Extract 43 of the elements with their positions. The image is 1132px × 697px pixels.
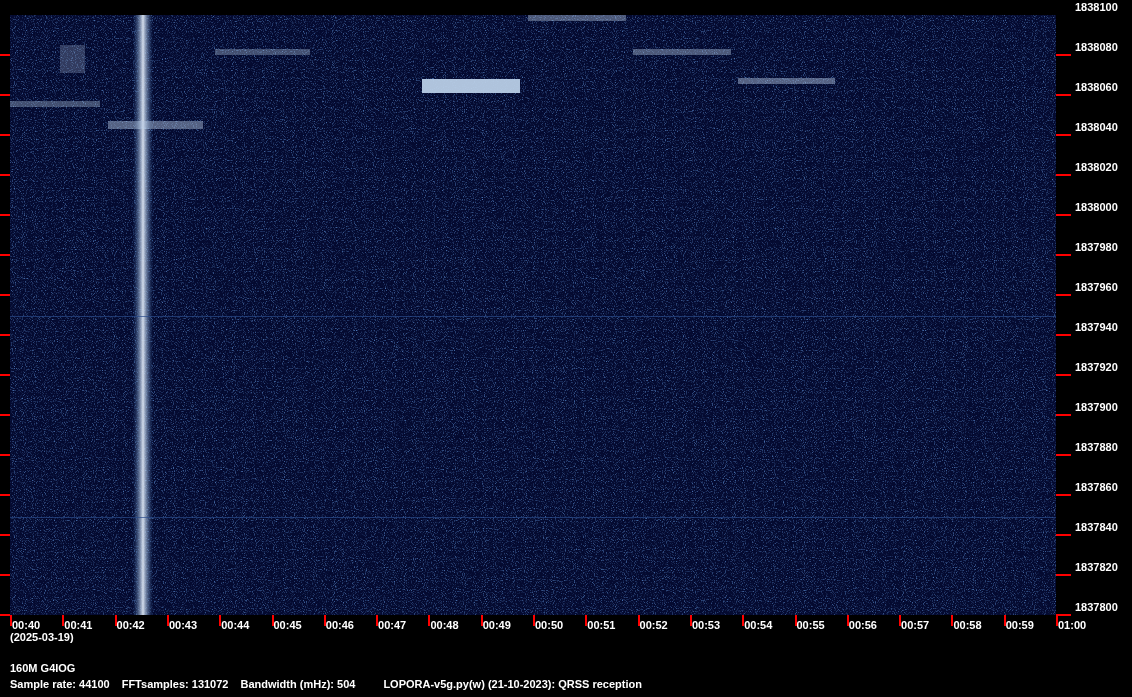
frequency-label: 1837840 (1075, 521, 1118, 534)
bandwidth-text: Bandwidth (mHz): 504 (240, 678, 356, 691)
frequency-label: 1837800 (1075, 601, 1118, 614)
time-label: 00:51 (587, 619, 616, 632)
frequency-label: 1837920 (1075, 361, 1118, 374)
frequency-label: 1838060 (1075, 81, 1118, 94)
time-label: 00:56 (848, 619, 877, 632)
frequency-label: 1838000 (1075, 201, 1118, 214)
time-label: 00:47 (378, 619, 407, 632)
frequency-label: 1837820 (1075, 561, 1118, 574)
time-label: 00:55 (796, 619, 825, 632)
time-label: 00:44 (221, 619, 250, 632)
frequency-label: 1838080 (1075, 41, 1118, 54)
sample-rate-text: Sample rate: 44100 (10, 678, 110, 691)
fft-samples-text: FFTsamples: 131072 (121, 678, 229, 691)
frequency-label: 1837900 (1075, 401, 1118, 414)
time-label: 00:52 (639, 619, 668, 632)
frequency-label: 1838100 (1075, 1, 1118, 14)
station-label: 160M G4IOG (10, 662, 77, 675)
program-title-text: LOPORA-v5g.py(w) (21-10-2023): QRSS reception (383, 678, 642, 691)
time-label: 00:50 (535, 619, 564, 632)
frequency-label: 1837960 (1075, 281, 1118, 294)
date-label: (2025-03-19) (10, 631, 74, 644)
time-label: 00:58 (953, 619, 982, 632)
time-label: 00:49 (482, 619, 511, 632)
frequency-label: 1837880 (1075, 441, 1118, 454)
time-label: 00:48 (430, 619, 459, 632)
time-label: 00:40 (12, 619, 41, 632)
time-label: 00:59 (1005, 619, 1034, 632)
time-label: 00:43 (168, 619, 198, 632)
time-label: 00:46 (325, 619, 354, 632)
time-label: 00:57 (901, 619, 930, 632)
frequency-label: 1838020 (1075, 161, 1118, 174)
time-label: 00:42 (116, 619, 145, 632)
time-label: 00:41 (64, 619, 93, 632)
time-label: 00:54 (744, 619, 773, 632)
time-label: 00:53 (691, 619, 721, 632)
frequency-label: 1837980 (1075, 241, 1118, 254)
frequency-label: 1837860 (1075, 481, 1118, 494)
frequency-label: 1837940 (1075, 321, 1118, 334)
frequency-label: 1838040 (1075, 121, 1118, 134)
time-label: 00:45 (273, 619, 302, 632)
time-label: 01:00 (1058, 619, 1087, 632)
